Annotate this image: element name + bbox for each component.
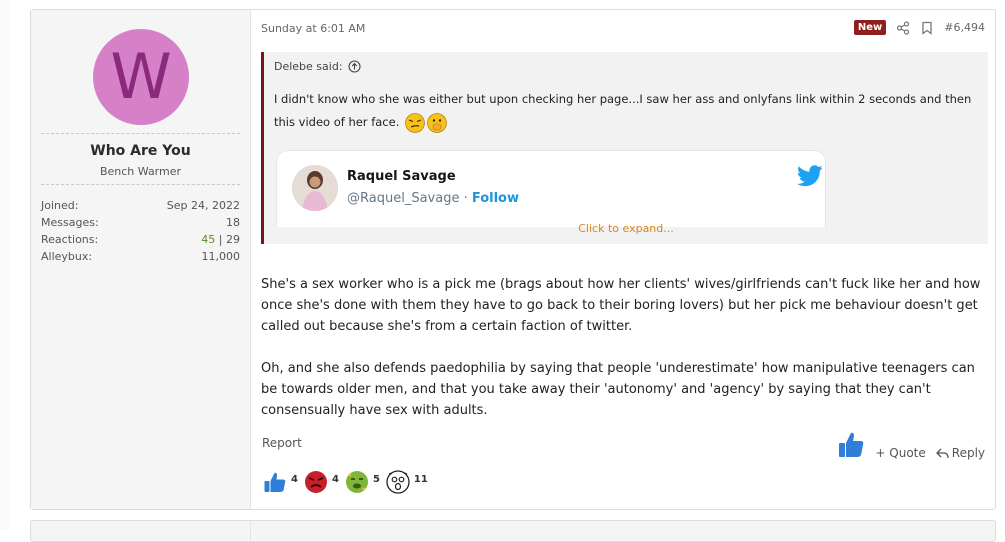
quote-attribution[interactable]: Delebe said: (274, 60, 361, 73)
shocked-face-icon (386, 470, 410, 494)
tweet-handle-line: @Raquel_Savage · Follow (347, 191, 519, 206)
post-body: She's a sex worker who is a pick me (bra… (261, 274, 981, 442)
nauseated-face-icon (345, 471, 368, 493)
click-to-expand-link[interactable]: Click to expand... (264, 222, 988, 235)
avatar[interactable]: W (93, 29, 189, 125)
reply-label: Reply (951, 446, 985, 460)
user-title: Bench Warmer (99, 165, 182, 178)
reaction-like[interactable]: 4 (263, 470, 298, 494)
user-info-panel: W Who Are You Bench Warmer Joined: Sep 2… (31, 10, 251, 509)
stat-value: Sep 24, 2022 (166, 199, 240, 212)
bookmark-icon[interactable] (920, 21, 934, 35)
stat-label: Reactions: (41, 233, 99, 246)
post-header-actions: New #6,494 (853, 20, 985, 35)
post-main: Sunday at 6:01 AM New #6,494 Delebe said… (251, 10, 995, 509)
post-paragraph: She's a sex worker who is a pick me (bra… (261, 277, 981, 334)
reaction-nauseated[interactable]: 5 (345, 470, 380, 494)
stat-value: 45 | 29 (201, 231, 240, 248)
stat-label: Joined: (41, 199, 79, 212)
divider (41, 133, 240, 134)
reaction-angry[interactable]: 4 (304, 470, 339, 494)
next-post-preview (30, 520, 996, 542)
profile-photo-icon (292, 165, 338, 211)
reaction-count: 4 (291, 474, 298, 485)
positive-reactions: 45 (201, 233, 216, 246)
quote-block: Delebe said: I didn't know who she was e… (261, 52, 988, 244)
reaction-count: 4 (331, 474, 339, 485)
quote-text: I didn't know who she was either but upo… (274, 88, 974, 134)
new-badge: New (853, 20, 887, 35)
username[interactable]: Who Are You (31, 143, 250, 159)
reply-arrow-icon (935, 448, 949, 458)
tweet-separator: · (459, 191, 472, 206)
stat-alleybux: Alleybux: 11,000 (41, 248, 240, 265)
divider (41, 184, 240, 185)
reaction-shocked[interactable]: 11 (386, 470, 428, 494)
report-link[interactable]: Report (262, 436, 302, 450)
user-stats: Joined: Sep 24, 2022 Messages: 18 Reacti… (41, 197, 240, 265)
stat-messages: Messages: 18 (41, 214, 240, 231)
post-paragraph: Oh, and she also defends paedophilia by … (261, 361, 975, 418)
divider (250, 521, 251, 541)
post-date[interactable]: Sunday at 6:01 AM (261, 22, 365, 35)
reactions-bar[interactable]: 4 4 5 11 (263, 470, 428, 494)
stat-reactions: Reactions: 45 | 29 (41, 231, 240, 248)
negative-reactions: 29 (226, 233, 240, 246)
like-thumbs-up-icon[interactable] (837, 430, 865, 460)
smirk-emoji-icon (405, 112, 425, 133)
stat-value: 11,000 (201, 250, 241, 263)
stat-joined: Joined: Sep 24, 2022 (41, 197, 240, 214)
hand-over-mouth-emoji-icon (427, 112, 447, 133)
stat-label: Messages: (41, 216, 99, 229)
reaction-count: 11 (413, 474, 428, 485)
reaction-count: 5 (372, 474, 380, 485)
quote-button[interactable]: + Quote (875, 446, 925, 460)
twitter-bird-icon[interactable] (797, 165, 823, 187)
quote-text-content: I didn't know who she was either but upo… (274, 92, 972, 129)
thumbs-up-icon (264, 472, 286, 492)
reply-button[interactable]: Reply (935, 446, 985, 460)
tweet-avatar[interactable] (292, 165, 338, 211)
tweet-author-name[interactable]: Raquel Savage (347, 169, 456, 184)
post-actions: + Quote Reply (837, 430, 985, 460)
stat-value[interactable]: 18 (226, 214, 240, 231)
embedded-tweet[interactable]: Raquel Savage @Raquel_Savage · Follow (276, 150, 826, 227)
arrow-up-circle-icon[interactable] (347, 60, 361, 73)
share-icon[interactable] (896, 20, 910, 35)
page-left-gutter (0, 0, 10, 529)
angry-face-icon (304, 471, 327, 493)
reaction-separator: | (215, 233, 226, 246)
forum-post: W Who Are You Bench Warmer Joined: Sep 2… (30, 9, 996, 510)
post-number[interactable]: #6,494 (944, 21, 985, 34)
quote-author[interactable]: Delebe said: (274, 60, 343, 73)
tweet-handle[interactable]: @Raquel_Savage (347, 191, 459, 206)
stat-label: Alleybux: (41, 250, 93, 263)
tweet-follow-link[interactable]: Follow (472, 191, 519, 206)
